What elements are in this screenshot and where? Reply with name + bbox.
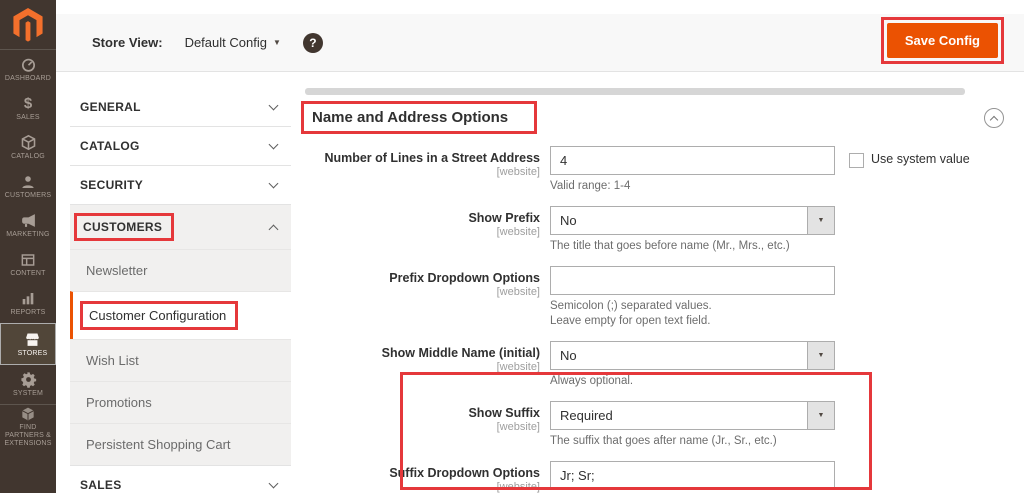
help-icon[interactable]: ? [302, 32, 323, 53]
field-note: Leave empty for open text field. [550, 315, 711, 327]
form-row-prefix-options: Prefix Dropdown Options [website] Semico… [305, 266, 1010, 329]
stores-icon [24, 331, 41, 348]
chevron-down-icon: ▼ [272, 38, 281, 47]
customers-subnav: Newsletter Customer Configuration Wish L… [70, 249, 291, 465]
show-prefix-select[interactable]: No ▼ [550, 206, 835, 235]
reports-icon [20, 290, 36, 307]
subnav-item-promotions[interactable]: Promotions [70, 381, 291, 423]
page-header: Store View: Default Config ▼ ? Save Conf… [56, 14, 1024, 72]
field-note: Semicolon (;) separated values. [550, 300, 712, 312]
field-scope: [website] [496, 286, 540, 298]
field-scope: [website] [496, 166, 540, 178]
chevron-down-icon: ▼ [807, 402, 834, 429]
store-view-switcher[interactable]: Default Config ▼ [185, 35, 281, 50]
chevron-up-icon [989, 115, 999, 124]
chevron-down-icon [268, 478, 279, 489]
field-scope: [website] [496, 421, 540, 433]
marketing-icon [20, 212, 37, 229]
sidebar-item-sales[interactable]: $ SALES [0, 89, 56, 128]
chevron-up-icon [268, 224, 279, 234]
suffix-options-input[interactable] [550, 461, 835, 490]
subnav-item-customer-configuration[interactable]: Customer Configuration [70, 291, 291, 339]
nav-section-catalog[interactable]: CATALOG [70, 127, 291, 166]
name-address-options-form: Number of Lines in a Street Address [web… [305, 146, 1010, 493]
field-label: Show Prefix [468, 211, 540, 225]
store-view-label: Store View: [92, 35, 163, 50]
catalog-icon [20, 134, 37, 151]
show-middle-name-select[interactable]: No ▼ [550, 341, 835, 370]
collapse-section-button[interactable] [984, 107, 1004, 128]
field-note: Always optional. [550, 375, 634, 387]
sidebar-item-content[interactable]: CONTENT [0, 245, 56, 284]
chevron-down-icon [268, 100, 279, 111]
subnav-item-newsletter[interactable]: Newsletter [70, 249, 291, 291]
nav-section-customers: CUSTOMERS Newsletter Customer Configurat… [70, 205, 291, 466]
dashboard-icon [20, 56, 37, 73]
field-note: The suffix that goes after name (Jr., Sr… [550, 435, 777, 447]
panel-header: Name and Address Options [301, 101, 1010, 134]
config-section-nav: GENERAL CATALOG SECURITY CUSTOMERS Newsl… [70, 88, 291, 493]
config-main-panel: Name and Address Options Number of Lines… [301, 88, 1010, 493]
field-scope: [website] [496, 481, 540, 493]
use-system-value-label: Use system value [871, 152, 970, 166]
app-sidebar: DASHBOARD $ SALES CATALOG CUSTOMERS MARK… [0, 0, 56, 493]
chevron-down-icon: ▼ [807, 207, 834, 234]
chevron-down-icon [268, 139, 279, 150]
sidebar-item-dashboard[interactable]: DASHBOARD [0, 50, 56, 89]
field-note: Valid range: 1-4 [550, 180, 631, 192]
prefix-options-input[interactable] [550, 266, 835, 295]
extensions-icon [20, 405, 36, 422]
nav-section-customers-header[interactable]: CUSTOMERS [70, 205, 291, 249]
chevron-down-icon [268, 178, 279, 189]
field-label: Number of Lines in a Street Address [324, 151, 540, 165]
content-icon [20, 251, 36, 268]
magento-logo-icon [13, 7, 43, 42]
subnav-item-wish-list[interactable]: Wish List [70, 339, 291, 381]
chevron-down-icon: ▼ [807, 342, 834, 369]
sidebar-item-customers[interactable]: CUSTOMERS [0, 167, 56, 206]
street-lines-input[interactable] [550, 146, 835, 175]
form-row-show-suffix: Show Suffix [website] Required ▼ The suf… [305, 401, 1010, 449]
field-label: Prefix Dropdown Options [389, 271, 540, 285]
form-row-suffix-options: Suffix Dropdown Options [website] Semico… [305, 461, 1010, 493]
sidebar-item-system[interactable]: SYSTEM [0, 365, 56, 404]
show-suffix-select[interactable]: Required ▼ [550, 401, 835, 430]
sidebar-item-catalog[interactable]: CATALOG [0, 128, 56, 167]
field-scope: [website] [496, 361, 540, 373]
annotation-box-panel-title: Name and Address Options [301, 101, 538, 134]
field-label: Suffix Dropdown Options [389, 466, 540, 480]
nav-section-general[interactable]: GENERAL [70, 88, 291, 127]
annotation-box-customer-configuration: Customer Configuration [80, 301, 239, 330]
field-label: Show Middle Name (initial) [381, 346, 540, 360]
annotation-box-customers: CUSTOMERS [74, 213, 175, 241]
annotation-box-save-config: Save Config [880, 17, 1004, 64]
sales-icon: $ [23, 95, 33, 112]
subnav-item-persistent-shopping-cart[interactable]: Persistent Shopping Cart [70, 423, 291, 465]
magento-admin-page: DASHBOARD $ SALES CATALOG CUSTOMERS MARK… [0, 0, 1024, 493]
horizontal-scrollbar[interactable] [305, 88, 965, 95]
form-row-show-middle-name: Show Middle Name (initial) [website] No … [305, 341, 1010, 389]
use-system-value-checkbox[interactable] [849, 153, 864, 168]
field-note: The title that goes before name (Mr., Mr… [550, 240, 790, 252]
save-config-button[interactable]: Save Config [886, 23, 998, 58]
form-row-street-lines: Number of Lines in a Street Address [web… [305, 146, 1010, 194]
nav-section-sales[interactable]: SALES [70, 466, 291, 493]
nav-section-security[interactable]: SECURITY [70, 166, 291, 205]
sidebar-item-stores[interactable]: STORES [0, 323, 56, 365]
sidebar-item-find-partners[interactable]: FIND PARTNERS & EXTENSIONS [0, 404, 56, 448]
field-scope: [website] [496, 226, 540, 238]
sidebar-item-marketing[interactable]: MARKETING [0, 206, 56, 245]
customers-icon [20, 173, 36, 190]
field-label: Show Suffix [468, 406, 540, 420]
system-icon [20, 371, 37, 388]
form-row-show-prefix: Show Prefix [website] No ▼ The title tha… [305, 206, 1010, 254]
panel-title: Name and Address Options [312, 109, 509, 126]
magento-logo[interactable] [0, 0, 56, 50]
sidebar-item-reports[interactable]: REPORTS [0, 284, 56, 323]
